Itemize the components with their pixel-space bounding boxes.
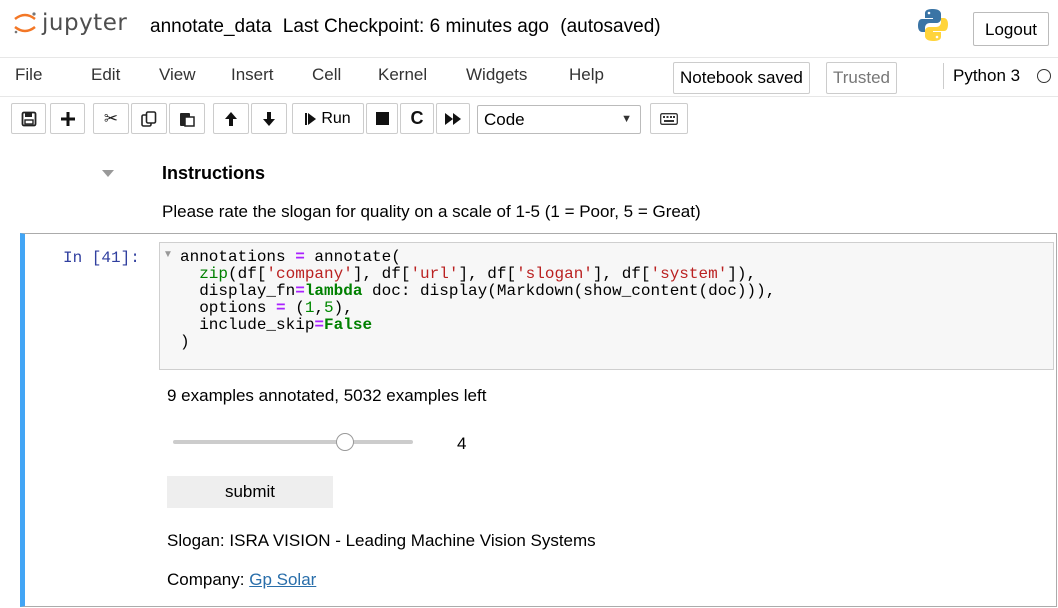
collapse-heading-icon[interactable]	[102, 170, 114, 177]
slogan-text: Slogan: ISRA VISION - Leading Machine Vi…	[167, 531, 596, 550]
notebook-name[interactable]: annotate_data	[150, 16, 272, 37]
rating-slider[interactable]	[173, 431, 413, 455]
company-line: Company: Gp Solar	[167, 570, 316, 590]
cut-button[interactable]: ✂	[93, 103, 129, 134]
menu-view[interactable]: View	[159, 65, 196, 85]
chevron-down-icon: ▼	[621, 113, 632, 125]
keyboard-icon	[660, 112, 678, 125]
instructions-heading: Instructions	[162, 163, 266, 183]
copy-button[interactable]	[131, 103, 167, 134]
menu-kernel[interactable]: Kernel	[378, 65, 427, 85]
menu-edit[interactable]: Edit	[91, 65, 120, 85]
restart-run-all-button[interactable]	[436, 103, 470, 134]
checkpoint-status: Last Checkpoint: 6 minutes ago	[282, 16, 549, 37]
logout-button[interactable]: Logout	[973, 12, 1049, 46]
kernel-name[interactable]: Python 3	[953, 66, 1020, 86]
kernel-separator	[943, 63, 944, 89]
menubar: File Edit View Insert Cell Kernel Widget…	[0, 57, 1058, 97]
menu-cell[interactable]: Cell	[312, 65, 341, 85]
jupyter-logo-icon	[12, 10, 38, 36]
run-button-label: Run	[321, 109, 351, 127]
cell-type-select[interactable]: Code ▼	[477, 105, 641, 134]
notebook-saved-indicator: Notebook saved	[673, 62, 810, 94]
instructions-text: Please rate the slogan for quality on a …	[162, 202, 701, 221]
stop-icon	[375, 112, 389, 125]
copy-icon	[141, 110, 157, 127]
run-button[interactable]: Run	[292, 103, 364, 134]
slider-value: 4	[457, 434, 467, 453]
code-cell[interactable]: In [41]: ▼ annotations = annotate( zip(d…	[20, 233, 1057, 607]
menu-widgets[interactable]: Widgets	[466, 65, 527, 85]
code-source: annotations = annotate( zip(df['company'…	[180, 248, 776, 351]
markdown-cell[interactable]: Instructions Please rate the slogan for …	[0, 150, 1058, 230]
kernel-idle-indicator-icon	[1037, 69, 1051, 83]
slider-handle[interactable]	[335, 433, 354, 451]
notebook-title: annotate_data Last Checkpoint: 6 minutes…	[150, 16, 661, 38]
move-down-button[interactable]	[251, 103, 287, 134]
header: jupyter annotate_data Last Checkpoint: 6…	[0, 0, 1058, 56]
code-editor[interactable]: ▼ annotations = annotate( zip(df['compan…	[159, 242, 1054, 370]
scissors-icon: ✂	[103, 108, 119, 128]
menu-help[interactable]: Help	[569, 65, 604, 85]
fold-code-icon[interactable]: ▼	[163, 249, 173, 260]
company-link[interactable]: Gp Solar	[249, 570, 316, 589]
paste-icon	[179, 111, 195, 127]
company-label: Company:	[167, 570, 245, 589]
toolbar: ✂ Run C Code ▼	[0, 96, 1058, 146]
jupyter-logo-text: jupyter	[42, 10, 128, 36]
interrupt-kernel-button[interactable]	[366, 103, 398, 134]
arrow-up-icon	[224, 111, 238, 127]
annotation-progress: 9 examples annotated, 5032 examples left	[167, 386, 487, 405]
menu-insert[interactable]: Insert	[231, 65, 274, 85]
input-prompt: In [41]:	[63, 249, 140, 267]
arrow-down-icon	[262, 111, 276, 127]
restart-icon: C	[410, 108, 424, 128]
trusted-indicator[interactable]: Trusted	[826, 62, 898, 94]
cell-type-value: Code	[484, 110, 525, 129]
step-forward-icon	[305, 112, 317, 126]
paste-button[interactable]	[169, 103, 205, 134]
command-palette-button[interactable]	[650, 103, 688, 134]
menu-file[interactable]: File	[15, 65, 42, 85]
plus-icon	[60, 111, 75, 126]
submit-button[interactable]: submit	[167, 476, 333, 508]
save-button[interactable]	[11, 103, 46, 134]
python-logo-icon	[918, 8, 948, 42]
fast-forward-icon	[445, 112, 461, 125]
slider-track[interactable]	[173, 440, 413, 444]
restart-kernel-button[interactable]: C	[400, 103, 434, 134]
save-icon	[21, 111, 37, 127]
jupyter-logo[interactable]: jupyter	[12, 10, 127, 36]
autosave-status: (autosaved)	[560, 16, 661, 37]
insert-cell-button[interactable]	[50, 103, 85, 134]
move-up-button[interactable]	[213, 103, 249, 134]
